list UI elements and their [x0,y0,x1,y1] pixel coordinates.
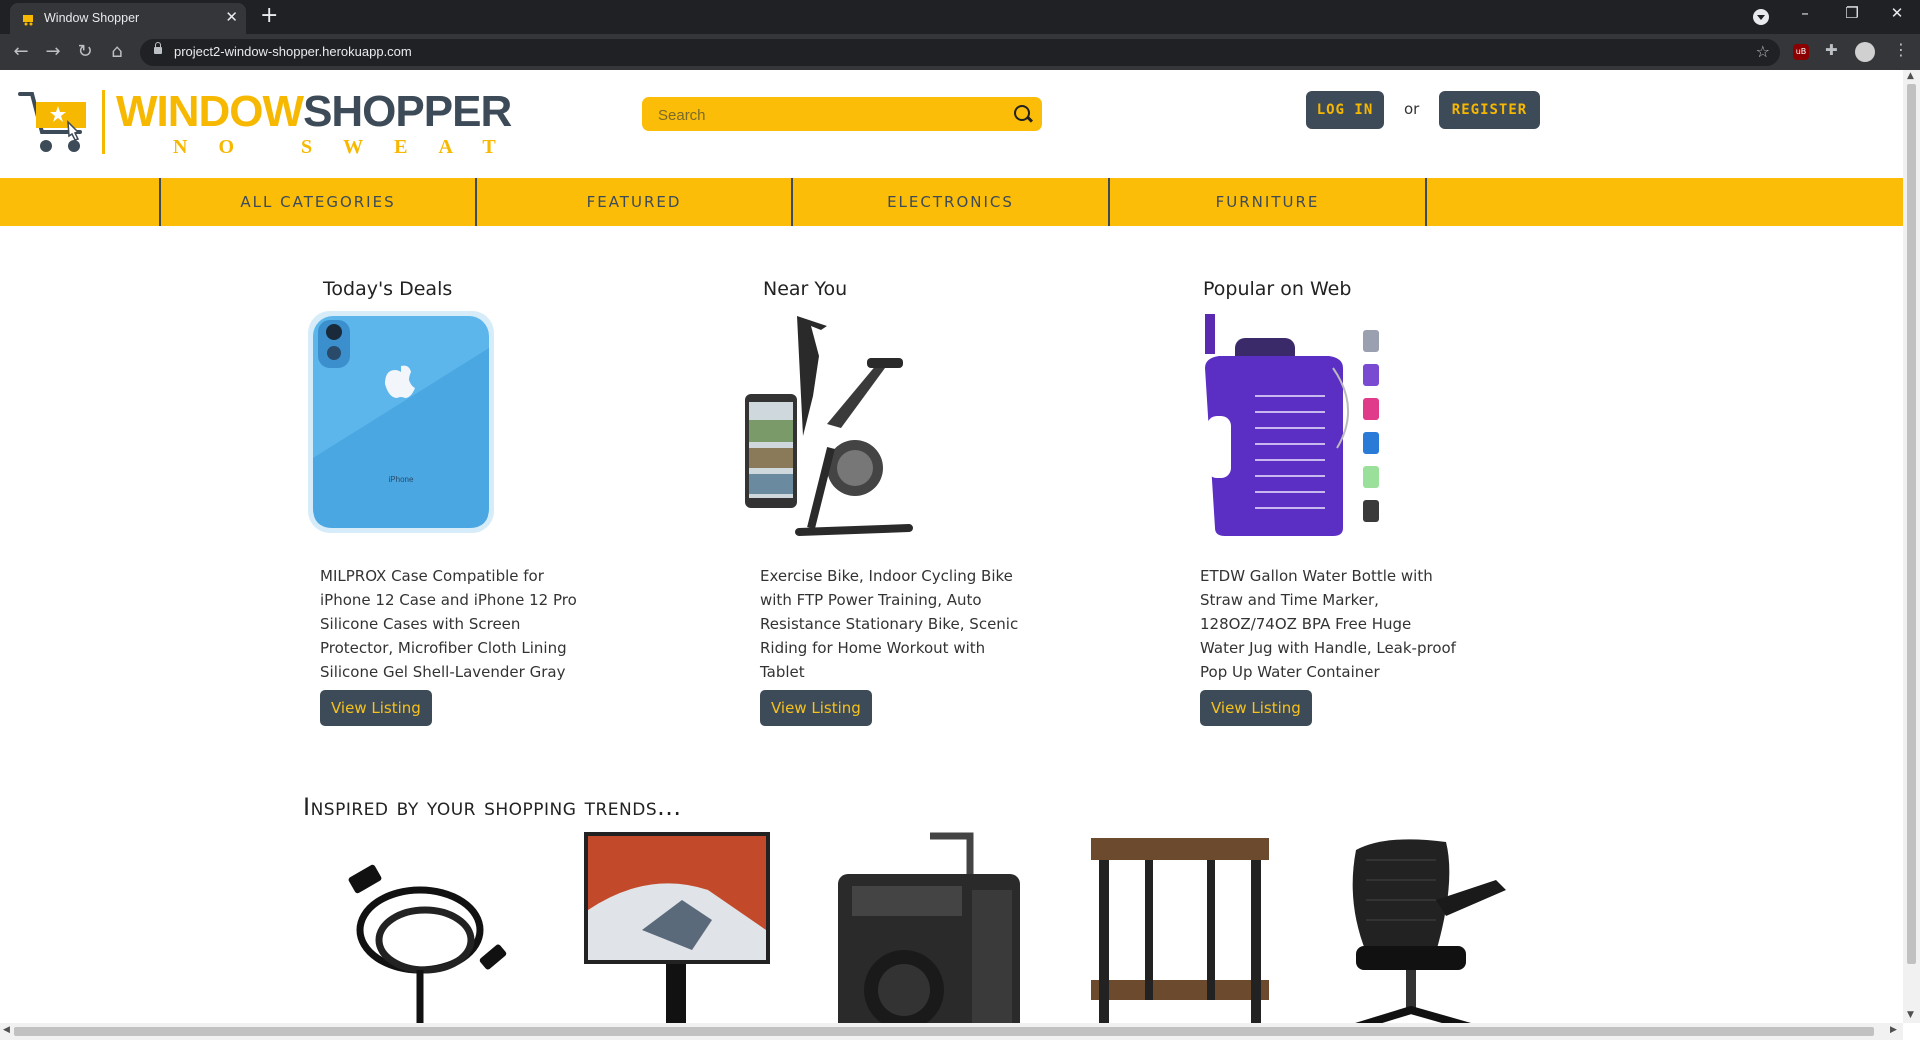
vertical-scrollbar[interactable]: ▲ ▼ [1903,70,1920,1023]
deal-title: Today's Deals [323,278,453,300]
bookmark-star-icon[interactable]: ☆ [1756,42,1770,61]
profile-avatar[interactable] [1855,42,1875,62]
site-logo[interactable]: WINDOWSHOPPER NO SWEAT [18,86,512,158]
nav-featured[interactable]: FEATURED [475,178,791,226]
restore-icon[interactable]: ❐ [1832,4,1872,22]
trend-item-office-chair[interactable] [1336,830,1526,1023]
tab-close-icon[interactable]: ✕ [225,8,238,26]
window-close-icon[interactable]: ✕ [1877,4,1917,22]
tab-title: Window Shopper [44,11,140,25]
water-bottle-image[interactable] [1185,308,1405,538]
search-bar [642,97,1042,131]
exercise-bike-image[interactable] [745,308,965,538]
browser-tab[interactable]: Window Shopper ✕ [10,3,246,34]
tab-search-icon[interactable] [1753,9,1769,25]
favicon-icon [23,15,33,26]
logo-tagline: NO SWEAT [173,136,527,158]
trends-heading: Inspired by your shopping trends... [303,793,682,821]
trend-item-hdmi-cable[interactable] [330,830,520,1023]
trend-item-monitor[interactable] [582,830,772,1023]
address-bar[interactable]: project2-window-shopper.herokuapp.com ☆ [140,39,1780,66]
new-tab-icon[interactable]: + [260,3,278,28]
forward-icon[interactable]: → [42,41,64,62]
lock-icon [154,42,162,54]
login-button[interactable]: LOG IN [1306,91,1384,129]
logo-word-window: WINDOW [116,87,304,136]
view-listing-button[interactable]: View Listing [1200,690,1312,726]
logo-divider [102,90,105,154]
logo-word-shopper: SHOPPER [303,87,512,136]
reload-icon[interactable]: ↻ [74,41,96,62]
search-input[interactable] [656,103,1000,127]
phone-case-image[interactable]: iPhone [305,308,525,538]
extensions-puzzle-icon[interactable]: ✚ [1825,41,1841,59]
browser-menu-icon[interactable]: ⋮ [1893,40,1909,59]
or-text: or [1404,100,1420,118]
url-text: project2-window-shopper.herokuapp.com [174,44,412,59]
back-icon[interactable]: ← [10,41,32,62]
deal-title: Near You [763,278,848,300]
minimize-icon[interactable]: – [1785,4,1825,22]
deal-description: ETDW Gallon Water Bottle with Straw and … [1200,567,1456,681]
vertical-scroll-thumb[interactable] [1907,84,1916,964]
view-listing-button[interactable]: View Listing [760,690,872,726]
shopping-cart-icon [18,92,86,152]
search-icon[interactable] [1014,105,1030,121]
view-listing-button[interactable]: View Listing [320,690,432,726]
page-viewport: WINDOWSHOPPER NO SWEAT LOG IN or REGISTE… [0,70,1903,1023]
deal-description: MILPROX Case Compatible for iPhone 12 Ca… [320,567,577,681]
browser-toolbar: ← → ↻ ⌂ project2-window-shopper.herokuap… [0,34,1920,70]
horizontal-scrollbar[interactable]: ◀ ▶ [0,1023,1903,1040]
category-navbar: ALL CATEGORIES FEATURED ELECTRONICS FURN… [0,178,1903,226]
browser-tab-bar: Window Shopper ✕ + – ❐ ✕ [0,0,1920,34]
register-button[interactable]: REGISTER [1439,91,1540,129]
home-icon[interactable]: ⌂ [106,41,128,62]
scroll-down-icon[interactable]: ▼ [1907,1010,1914,1020]
phone-case-image-label: iPhone [389,475,414,484]
trend-item-rolling-cart[interactable] [1085,830,1275,1023]
nav-divider [1425,178,1427,226]
trend-item-speaker[interactable] [834,830,1024,1023]
nav-all-categories[interactable]: ALL CATEGORIES [159,178,475,226]
deal-title: Popular on Web [1203,278,1352,300]
scroll-left-icon[interactable]: ◀ [3,1025,10,1035]
logo-wordmark: WINDOWSHOPPER [116,87,512,136]
scroll-right-icon[interactable]: ▶ [1890,1025,1897,1035]
deal-description: Exercise Bike, Indoor Cycling Bike with … [760,567,1019,681]
scroll-up-icon[interactable]: ▲ [1907,71,1914,81]
horizontal-scroll-thumb[interactable] [14,1027,1874,1036]
nav-furniture[interactable]: FURNITURE [1108,178,1425,226]
ublock-extension-icon[interactable]: uB [1793,44,1809,60]
nav-electronics[interactable]: ELECTRONICS [791,178,1108,226]
